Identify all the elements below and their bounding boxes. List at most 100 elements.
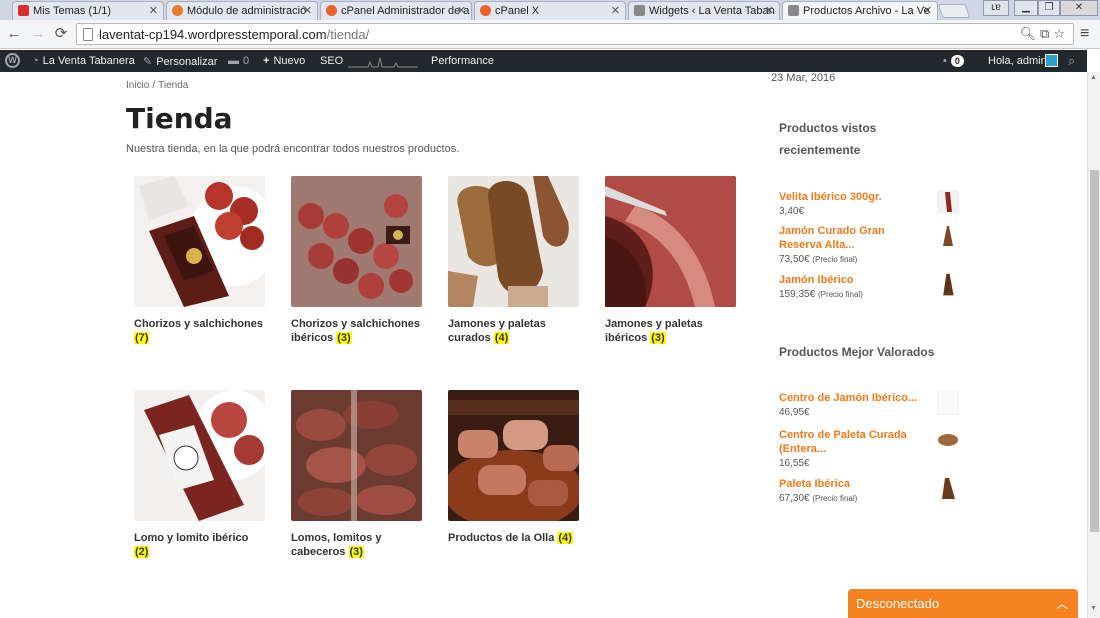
back-button[interactable]: ←: [5, 25, 23, 43]
sidebar-product-name[interactable]: Centro de Jamón Ibérico...: [779, 391, 929, 405]
browser-tab[interactable]: Módulo de administració ✕: [166, 1, 318, 20]
category-name[interactable]: Jamones y paletas curados (4): [448, 317, 578, 345]
tab-title: Módulo de administració: [187, 5, 307, 17]
close-tab-icon[interactable]: ✕: [923, 4, 932, 17]
zoom-icon[interactable]: 🔍︎: [1020, 26, 1041, 41]
browser-toolbar: ← → ⟳ laventat-cp194.wordpresstemporal.c…: [0, 20, 1100, 49]
category-image[interactable]: [134, 390, 265, 521]
comments-link[interactable]: ▬ 0: [228, 55, 249, 67]
chevron-up-icon[interactable]: ︿: [1056, 595, 1068, 612]
browser-tab-active[interactable]: Productos Archivo - La Ve ✕: [782, 1, 938, 20]
category-name[interactable]: Chorizos y salchichones (7): [134, 317, 264, 345]
new-content-link[interactable]: + Nuevo: [263, 55, 305, 67]
star-icon[interactable]: ☆: [1053, 26, 1069, 41]
address-bar[interactable]: laventat-cp194.wordpresstemporal.com/tie…: [76, 23, 1074, 45]
category-count: (3): [650, 332, 666, 344]
product-thumbnail[interactable]: [937, 190, 959, 214]
category-card[interactable]: Lomo y lomito ibérico (2): [127, 390, 267, 559]
category-card[interactable]: Chorizos y salchichones ibéricos (3): [284, 176, 424, 345]
account-menu[interactable]: Hola, admin: [988, 55, 1047, 67]
category-card[interactable]: Jamones y paletas ibéricos (3): [598, 176, 738, 345]
forward-button[interactable]: →: [29, 25, 47, 43]
browser-tab[interactable]: Widgets ‹ La Venta Taban ✕: [628, 1, 780, 20]
scroll-down-icon[interactable]: ▼: [1090, 605, 1097, 612]
tab-title: Productos Archivo - La Ve: [803, 5, 930, 17]
close-tab-icon[interactable]: ✕: [611, 4, 620, 17]
page-scrollbar[interactable]: ▲ ▼: [1087, 72, 1100, 618]
tab-favicon-icon: [634, 5, 645, 16]
close-tab-icon[interactable]: ✕: [457, 4, 466, 17]
category-image[interactable]: [134, 176, 265, 307]
minimize-button[interactable]: ▁: [1014, 0, 1038, 16]
product-thumbnail[interactable]: [937, 273, 959, 297]
browser-tab-strip: Mis Temas (1/1) ✕ Módulo de administraci…: [0, 0, 1100, 20]
wordpress-logo-icon[interactable]: W: [5, 53, 20, 68]
search-icon[interactable]: ⌕: [1068, 53, 1075, 69]
category-image[interactable]: [291, 176, 422, 307]
sidebar-product[interactable]: Velita Ibérico 300gr. 3,40€: [779, 190, 964, 217]
category-image[interactable]: [448, 390, 579, 521]
comment-icon: ▬: [228, 55, 239, 67]
browser-tab[interactable]: cPanel Administrador de a ✕: [320, 1, 472, 20]
close-tab-icon[interactable]: ✕: [765, 4, 774, 17]
notifications-link[interactable]: ▪ 0: [943, 55, 964, 67]
category-name[interactable]: Lomos, lomitos y cabeceros (3): [291, 531, 421, 559]
category-card[interactable]: Lomos, lomitos y cabeceros (3): [284, 390, 424, 559]
category-name[interactable]: Chorizos y salchichones ibéricos (3): [291, 317, 421, 345]
sidebar-product-name[interactable]: Paleta Ibérica: [779, 477, 929, 491]
seo-menu[interactable]: SEO: [320, 55, 343, 67]
product-thumbnail[interactable]: [937, 428, 959, 452]
sidebar-product[interactable]: Paleta Ibérica 67,30€ (Precio final): [779, 477, 964, 504]
scrollbar-thumb[interactable]: [1090, 170, 1099, 532]
breadcrumb-current: Tienda: [158, 80, 189, 91]
performance-menu[interactable]: Performance: [431, 55, 494, 67]
browser-tab[interactable]: cPanel X ✕: [474, 1, 626, 20]
sidebar-product-name[interactable]: Jamón Ibérico: [779, 273, 929, 287]
product-thumbnail[interactable]: [937, 477, 959, 501]
sidebar-product[interactable]: Jamón Ibérico 159,35€ (Precio final): [779, 273, 964, 300]
sidebar-product-name[interactable]: Centro de Paleta Curada (Entera...: [779, 428, 929, 456]
category-name[interactable]: Productos de la Olla (4): [448, 531, 578, 545]
sidebar-product-name[interactable]: Velita Ibérico 300gr.: [779, 190, 929, 204]
scroll-up-icon[interactable]: ▲: [1090, 74, 1097, 81]
page-title: Tienda: [126, 102, 233, 135]
translate-icon[interactable]: ⧉: [1040, 26, 1053, 41]
url-text: laventat-cp194.wordpresstemporal.com/tie…: [99, 27, 370, 42]
chat-status-label: Desconectado: [856, 596, 940, 611]
category-count: (2): [134, 546, 150, 558]
category-image[interactable]: [605, 176, 736, 307]
tab-title: cPanel X: [495, 5, 540, 17]
customize-link[interactable]: ✎ Personalizar: [143, 55, 217, 68]
category-count: (3): [348, 546, 364, 558]
wp-admin-bar: W ◔ La Venta Tabanera ✎ Personalizar ▬ 0 + N…: [0, 50, 1087, 72]
reload-button[interactable]: ⟳: [52, 25, 70, 43]
maximize-button[interactable]: ❐: [1038, 0, 1060, 16]
category-image[interactable]: [448, 176, 579, 307]
browser-menu-icon[interactable]: ≡: [1080, 25, 1089, 43]
category-name[interactable]: Lomo y lomito ibérico (2): [134, 531, 264, 559]
sidebar-product-name[interactable]: Jamón Curado Gran Reserva Alta...: [779, 224, 929, 252]
brush-icon: ✎: [143, 56, 153, 68]
breadcrumb-link-home[interactable]: Inicio: [126, 80, 149, 91]
category-card[interactable]: Productos de la Olla (4): [441, 390, 581, 545]
chat-widget[interactable]: Desconectado ︿: [848, 589, 1078, 618]
close-window-button[interactable]: ✕: [1060, 0, 1098, 16]
close-tab-icon[interactable]: ✕: [303, 4, 312, 17]
browser-tab[interactable]: Mis Temas (1/1) ✕: [12, 1, 164, 20]
user-profile-button[interactable]: ʟɐ: [983, 0, 1009, 16]
close-tab-icon[interactable]: ✕: [149, 4, 158, 17]
category-name[interactable]: Jamones y paletas ibéricos (3): [605, 317, 735, 345]
category-card[interactable]: Jamones y paletas curados (4): [441, 176, 581, 345]
product-thumbnail[interactable]: [937, 391, 959, 415]
category-count: (4): [557, 532, 573, 544]
product-thumbnail[interactable]: [937, 224, 959, 248]
sidebar-product[interactable]: Centro de Paleta Curada (Entera... 16,55…: [779, 428, 964, 469]
category-image[interactable]: [291, 390, 422, 521]
new-tab-button[interactable]: [937, 4, 971, 18]
sidebar-product[interactable]: Centro de Jamón Ibérico... 46,95€: [779, 391, 964, 418]
address-bar-icons: 🔍︎⧉☆: [1020, 26, 1069, 42]
category-card[interactable]: Chorizos y salchichones (7): [127, 176, 267, 345]
avatar[interactable]: [1045, 54, 1058, 67]
sidebar-product[interactable]: Jamón Curado Gran Reserva Alta... 73,50€…: [779, 224, 964, 265]
site-name-link[interactable]: ◔ La Venta Tabanera: [32, 55, 135, 67]
